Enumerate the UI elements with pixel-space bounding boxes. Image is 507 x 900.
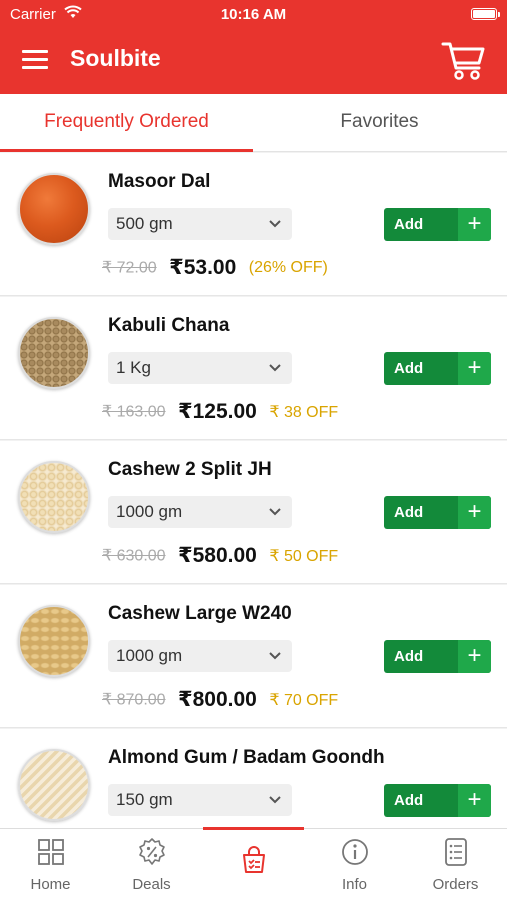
nav-shop[interactable] <box>203 829 304 900</box>
bottom-navigation: Home Deals Info Orders <box>0 827 507 900</box>
app-title: Soulbite <box>70 45 161 71</box>
nav-home-label: Home <box>30 876 71 893</box>
app-bar: Soulbite <box>0 28 507 94</box>
nav-home[interactable]: Home <box>0 829 101 900</box>
add-to-cart-button[interactable]: Add + <box>384 640 491 673</box>
tab-frequently-ordered[interactable]: Frequently Ordered <box>0 94 253 152</box>
chevron-down-icon <box>269 508 281 516</box>
shopping-bag-icon <box>243 846 265 873</box>
nav-deals-label: Deals <box>132 876 171 893</box>
add-button-label: Add <box>394 504 424 521</box>
product-name: Cashew Large W240 <box>108 603 292 624</box>
add-button-label: Add <box>394 216 424 233</box>
chevron-down-icon <box>269 652 281 660</box>
sale-price: ₹53.00 <box>169 256 237 279</box>
sale-price: ₹800.00 <box>178 688 257 711</box>
add-to-cart-button[interactable]: Add + <box>384 352 491 385</box>
nav-orders[interactable]: Orders <box>405 829 506 900</box>
size-dropdown[interactable]: 1000 gm <box>108 496 292 528</box>
info-icon <box>342 839 368 865</box>
orders-list-icon <box>445 838 467 866</box>
plus-icon[interactable]: + <box>458 640 491 673</box>
nav-orders-label: Orders <box>432 876 479 893</box>
discount-label: ₹ 70 OFF <box>269 691 339 709</box>
price-row: ₹ 72.00 ₹53.00 (26% OFF) <box>102 255 328 279</box>
tab-bar: Frequently Ordered Favorites <box>0 94 507 152</box>
add-button-label: Add <box>394 792 424 809</box>
product-image-almond-gum <box>18 749 90 821</box>
grid-icon <box>38 839 64 865</box>
sale-price: ₹580.00 <box>178 544 257 567</box>
size-value: 1000 gm <box>116 502 183 521</box>
plus-icon[interactable]: + <box>458 784 491 817</box>
nav-deals[interactable]: Deals <box>101 829 202 900</box>
status-time: 10:16 AM <box>220 6 287 23</box>
hamburger-menu-icon[interactable] <box>22 50 48 70</box>
price-row: ₹ 870.00 ₹800.00 ₹ 70 OFF <box>102 687 338 711</box>
original-price: ₹ 163.00 <box>102 403 166 421</box>
chevron-down-icon <box>269 364 281 372</box>
product-name: Almond Gum / Badam Goondh <box>108 747 385 768</box>
nav-info[interactable]: Info <box>304 829 405 900</box>
product-card: Kabuli Chana 1 Kg Add + ₹ 163.00 ₹125.00… <box>0 297 507 440</box>
add-button-label: Add <box>394 648 424 665</box>
battery-icon <box>471 8 497 20</box>
product-image-chickpeas <box>18 317 90 389</box>
status-bar: Carrier 10:16 AM <box>0 0 507 28</box>
size-dropdown[interactable]: 1000 gm <box>108 640 292 672</box>
add-to-cart-button[interactable]: Add + <box>384 496 491 529</box>
size-dropdown[interactable]: 1 Kg <box>108 352 292 384</box>
original-price: ₹ 630.00 <box>102 547 166 565</box>
product-card: Cashew Large W240 1000 gm Add + ₹ 870.00… <box>0 585 507 728</box>
size-dropdown[interactable]: 500 gm <box>108 208 292 240</box>
product-list[interactable]: Masoor Dal 500 gm Add + ₹ 72.00 ₹53.00 (… <box>0 153 507 828</box>
product-card: Almond Gum / Badam Goondh 150 gm Add + <box>0 729 507 828</box>
discount-label: ₹ 38 OFF <box>269 403 339 421</box>
chevron-down-icon <box>269 220 281 228</box>
sale-price: ₹125.00 <box>178 400 257 423</box>
chevron-down-icon <box>269 796 281 804</box>
product-image-red-lentils <box>18 173 90 245</box>
discount-label: (26% OFF) <box>248 258 328 276</box>
product-name: Kabuli Chana <box>108 315 230 336</box>
active-tab-indicator <box>0 149 253 152</box>
product-name: Cashew 2 Split JH <box>108 459 272 480</box>
product-image-whole-cashews <box>18 605 90 677</box>
plus-icon[interactable]: + <box>458 496 491 529</box>
tab-favorites[interactable]: Favorites <box>253 94 506 152</box>
price-row: ₹ 630.00 ₹580.00 ₹ 50 OFF <box>102 543 338 567</box>
product-card: Masoor Dal 500 gm Add + ₹ 72.00 ₹53.00 (… <box>0 153 507 296</box>
discount-label: ₹ 50 OFF <box>269 547 339 565</box>
add-button-label: Add <box>394 360 424 377</box>
size-dropdown[interactable]: 150 gm <box>108 784 292 816</box>
add-to-cart-button[interactable]: Add + <box>384 208 491 241</box>
original-price: ₹ 72.00 <box>102 259 157 277</box>
plus-icon[interactable]: + <box>458 208 491 241</box>
size-value: 1000 gm <box>116 646 183 665</box>
shopping-cart-icon[interactable] <box>441 38 487 82</box>
product-name: Masoor Dal <box>108 171 211 192</box>
plus-icon[interactable]: + <box>458 352 491 385</box>
product-card: Cashew 2 Split JH 1000 gm Add + ₹ 630.00… <box>0 441 507 584</box>
size-value: 1 Kg <box>116 358 151 377</box>
size-value: 500 gm <box>116 214 173 233</box>
nav-info-label: Info <box>341 876 368 893</box>
add-to-cart-button[interactable]: Add + <box>384 784 491 817</box>
price-row: ₹ 163.00 ₹125.00 ₹ 38 OFF <box>102 399 338 423</box>
original-price: ₹ 870.00 <box>102 691 166 709</box>
deals-badge-icon <box>139 838 165 865</box>
size-value: 150 gm <box>116 790 173 809</box>
product-image-split-cashews <box>18 461 90 533</box>
